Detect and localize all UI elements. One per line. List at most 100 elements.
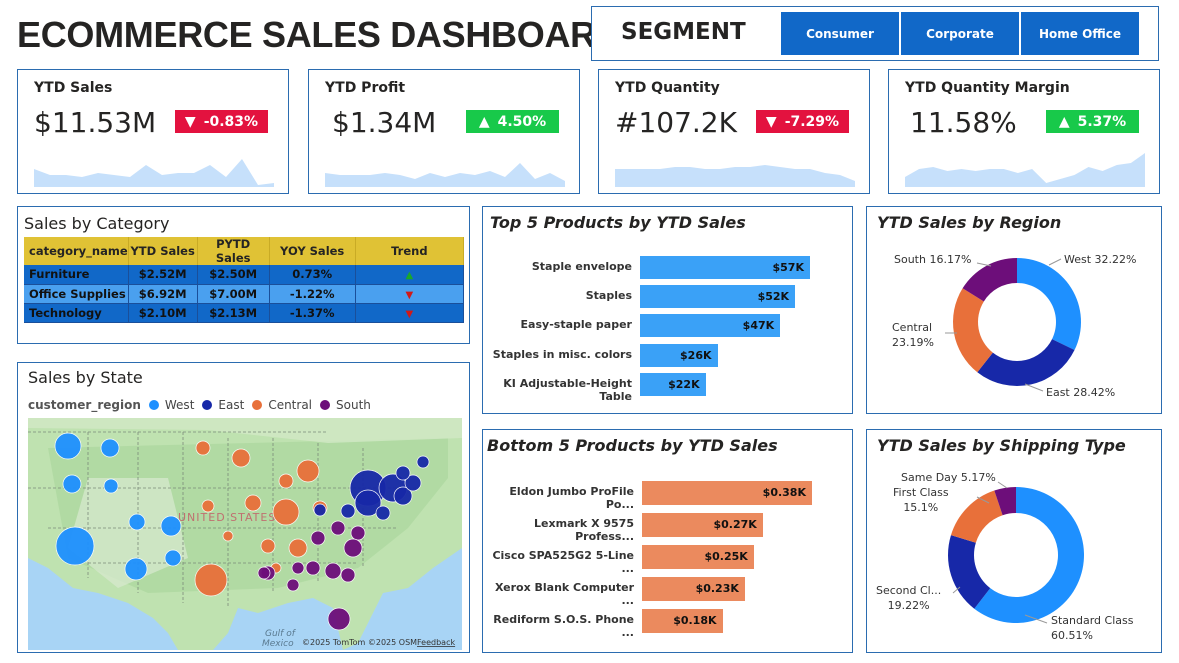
cell-ytd: $6.92M	[128, 284, 198, 304]
kpi-label: YTD Quantity	[615, 80, 720, 96]
shipping-label-standard-pct: 60.51%	[1051, 629, 1093, 642]
state-bubble[interactable]	[257, 566, 271, 580]
donut-slice[interactable]	[950, 490, 1003, 543]
bar-value-label: $22K	[668, 377, 700, 391]
column-header[interactable]: PYTD Sales	[197, 237, 270, 265]
state-bubble[interactable]	[128, 513, 146, 531]
state-bubble[interactable]	[260, 538, 276, 554]
segment-corporate-button[interactable]: Corporate	[901, 12, 1019, 55]
state-bubble[interactable]	[310, 530, 326, 546]
state-bubble[interactable]	[416, 455, 430, 469]
state-bubble[interactable]	[194, 563, 228, 597]
bar-category-label: KI Adjustable-Height Table	[503, 376, 632, 403]
state-bubble[interactable]	[244, 494, 262, 512]
shipping-label-second-class-name: Second Cl...	[876, 584, 942, 597]
state-bubble[interactable]	[160, 515, 182, 537]
bar-value-label: $57K	[772, 261, 805, 274]
leader-line	[1024, 383, 1044, 392]
cell-yoy: 0.73%	[269, 265, 356, 285]
state-bubble[interactable]	[124, 557, 148, 581]
sales-by-category-panel: Sales by Category category_name YTD Sale…	[17, 206, 470, 344]
state-bubble[interactable]	[62, 474, 82, 494]
bar-value-label: $26K	[680, 348, 712, 362]
state-bubble[interactable]	[103, 478, 119, 494]
state-bubble[interactable]	[286, 578, 300, 592]
region-label-central-name: Central	[892, 321, 933, 334]
state-map[interactable]: UNITED STATES Gulf of Mexico ©2025 TomTo…	[28, 418, 462, 650]
panel-title: Bottom 5 Products by YTD Sales	[487, 436, 778, 455]
state-bubble[interactable]	[340, 503, 356, 519]
segment-consumer-button[interactable]: Consumer	[781, 12, 899, 55]
state-bubble[interactable]	[350, 525, 366, 541]
bar-value-label: $0.27K	[713, 518, 757, 531]
state-bubble[interactable]	[296, 459, 320, 483]
region-label-east: East 28.42%	[1046, 386, 1116, 399]
state-bubble[interactable]	[340, 567, 356, 583]
state-bubble[interactable]	[201, 499, 215, 513]
column-header[interactable]: category_name	[24, 237, 129, 265]
segment-home-office-button[interactable]: Home Office	[1021, 12, 1139, 55]
region-donut-chart	[945, 258, 1081, 392]
state-bubble[interactable]	[272, 498, 300, 526]
panel-title: Sales by State	[28, 368, 143, 387]
column-header[interactable]: Trend	[355, 237, 465, 265]
bar-category-label: Rediform S.O.S. Phone ...	[493, 613, 634, 639]
state-bubble[interactable]	[324, 562, 342, 580]
kpi-label: YTD Profit	[325, 80, 406, 96]
legend-east-dot	[202, 400, 213, 410]
gulf-label-line2: Mexico	[262, 639, 294, 649]
kpi-change-badge: ▲ 5.37%	[1046, 110, 1139, 133]
kpi-card-ytd-profit: YTD Profit $1.34M ▲ 4.50%	[308, 69, 580, 194]
shipping-label-standard: Standard Class 60.51%	[1051, 613, 1133, 643]
donut-slice[interactable]	[977, 339, 1075, 386]
triangle-up-icon: ▲	[478, 113, 490, 130]
legend-east-label: East	[218, 398, 245, 412]
panel-title: Sales by Category	[24, 214, 170, 233]
sparkline-area	[905, 153, 1145, 187]
state-bubble[interactable]	[313, 503, 327, 517]
shipping-donut-panel: YTD Sales by Shipping Type Same Day 5.17…	[866, 429, 1162, 653]
column-header[interactable]: YOY Sales	[269, 237, 356, 265]
state-bubble[interactable]	[54, 432, 82, 460]
column-header[interactable]: YTD Sales	[128, 237, 198, 265]
state-bubble[interactable]	[330, 520, 346, 536]
donut-slice[interactable]	[953, 288, 993, 373]
cell-category: Furniture	[24, 265, 129, 285]
country-label: UNITED STATES	[178, 511, 276, 524]
state-bubble[interactable]	[343, 538, 363, 558]
state-bubble[interactable]	[164, 549, 182, 567]
state-bubble[interactable]	[55, 526, 95, 566]
bar-value-label: $0.18K	[673, 614, 717, 627]
map-attribution: ©2025 TomTom ©2025 OSM	[302, 638, 417, 647]
state-bubble[interactable]	[288, 538, 308, 558]
table-row[interactable]: Furniture $2.52M $2.50M 0.73% ▲	[24, 265, 465, 285]
donut-slice[interactable]	[1017, 258, 1081, 351]
sparkline-area	[615, 165, 855, 187]
table-row[interactable]: Office Supplies $6.92M $7.00M -1.22% ▼	[24, 284, 465, 304]
bar-category-label: Xerox Blank Computer ...	[494, 581, 634, 607]
cell-pytd: $2.13M	[197, 303, 270, 323]
state-bubble[interactable]	[375, 505, 391, 521]
cell-trend: ▼	[355, 284, 465, 304]
kpi-card-ytd-quantity-margin: YTD Quantity Margin 11.58% ▲ 5.37%	[888, 69, 1160, 194]
state-bubble[interactable]	[291, 561, 305, 575]
state-bubble[interactable]	[100, 438, 120, 458]
kpi-change-value: 5.37%	[1077, 113, 1127, 130]
sparkline	[325, 163, 565, 187]
state-bubble[interactable]	[278, 473, 294, 489]
state-bubble[interactable]	[222, 530, 234, 542]
state-bubble[interactable]	[395, 465, 411, 481]
state-bubble[interactable]	[327, 607, 351, 631]
dashboard-title: ECOMMERCE SALES DASHBOARD	[17, 14, 622, 55]
cell-yoy: -1.37%	[269, 303, 356, 323]
sparkline	[905, 153, 1145, 187]
table-row[interactable]: Technology $2.10M $2.13M -1.37% ▼	[24, 303, 465, 323]
map-feedback-link[interactable]: Feedback	[417, 638, 455, 647]
state-bubble[interactable]	[305, 560, 321, 576]
state-bubble[interactable]	[195, 440, 211, 456]
triangle-down-icon: ▼	[405, 308, 414, 320]
shipping-label-first-class: First Class 15.1%	[893, 485, 949, 515]
legend-south-label: South	[336, 398, 371, 412]
state-bubble[interactable]	[231, 448, 251, 468]
panel-title: Top 5 Products by YTD Sales	[490, 213, 746, 232]
